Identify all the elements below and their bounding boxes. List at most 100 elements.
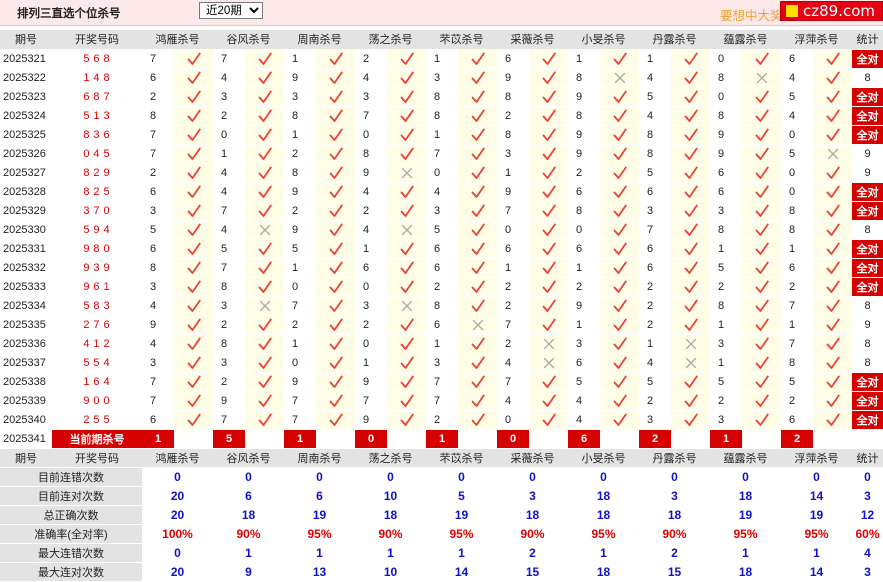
hit-mark-cell — [671, 49, 710, 69]
kill-number-cell: 7 — [142, 49, 174, 69]
hit-mark-cell — [174, 201, 213, 221]
check-icon — [187, 166, 201, 179]
hit-mark-cell — [813, 125, 852, 145]
kill-number-cell: 7 — [284, 410, 316, 430]
kill-number-cell: 2 — [568, 163, 600, 183]
kill-number-cell: 7 — [142, 391, 174, 411]
hit-mark-cell — [387, 334, 426, 354]
kill-number-cell: 7 — [355, 391, 387, 411]
hit-mark-cell — [387, 258, 426, 278]
stat-cell: 全对 — [852, 277, 883, 297]
summary-value-cell: 19 — [710, 505, 781, 525]
draw-number-cell: 045 — [52, 144, 142, 164]
kill-number-cell: 2 — [639, 296, 671, 316]
kill-number-cell: 8 — [781, 220, 813, 240]
hit-mark-cell — [529, 239, 568, 259]
check-icon — [684, 394, 698, 407]
kill-number-cell: 3 — [639, 201, 671, 221]
period-cell: 2025329 — [0, 201, 52, 221]
check-icon — [684, 147, 698, 160]
hit-mark-cell — [458, 391, 497, 411]
hit-mark-cell — [316, 87, 355, 107]
hit-mark-cell — [245, 220, 284, 240]
summary-value-cell: 2 — [639, 543, 710, 563]
check-icon — [755, 166, 769, 179]
kill-number-cell: 1 — [710, 353, 742, 373]
kill-number-cell: 6 — [781, 49, 813, 69]
hit-mark-cell — [458, 334, 497, 354]
check-icon — [400, 318, 414, 331]
check-icon — [471, 299, 485, 312]
hit-mark-cell — [600, 410, 639, 430]
hit-mark-cell — [600, 296, 639, 316]
kill-number-cell: 2 — [710, 391, 742, 411]
hit-mark-cell — [671, 87, 710, 107]
check-icon — [400, 413, 414, 426]
kill-number-cell: 9 — [568, 296, 600, 316]
check-icon — [613, 128, 627, 141]
table-row: 2025329 370 3 7 2 2 3 7 8 3 3 8 全对 — [0, 201, 883, 221]
hit-mark-cell — [174, 296, 213, 316]
summary-value-cell: 0 — [213, 467, 284, 487]
check-icon — [613, 337, 627, 350]
kill-number-cell: 9 — [497, 182, 529, 202]
summary-value-cell: 95% — [710, 524, 781, 544]
period-cell: 2025322 — [0, 68, 52, 88]
check-icon — [400, 356, 414, 369]
check-icon — [826, 280, 840, 293]
cross-icon — [543, 338, 554, 349]
kill-number-cell: 8 — [781, 353, 813, 373]
hit-mark-cell — [600, 277, 639, 297]
kill-number-cell: 6 — [568, 182, 600, 202]
top-bar: 排列三直选个位杀号 近20期 要想中大奖 cz89.com — [0, 0, 883, 26]
draw-number-cell: 583 — [52, 296, 142, 316]
table-row: 2025324 513 8 2 8 7 8 2 8 4 8 4 全对 — [0, 106, 883, 126]
hit-mark-cell — [742, 106, 781, 126]
hit-mark-cell — [600, 391, 639, 411]
hit-mark-cell — [316, 125, 355, 145]
period-cell: 2025338 — [0, 372, 52, 392]
kill-number-cell: 4 — [568, 410, 600, 430]
col-header-expert: 鸿雁杀号 — [142, 448, 213, 468]
check-icon — [613, 280, 627, 293]
hit-mark-cell — [671, 258, 710, 278]
hit-mark-cell — [174, 87, 213, 107]
kill-number-cell: 0 — [355, 125, 387, 145]
check-icon — [187, 223, 201, 236]
hit-mark-cell — [529, 106, 568, 126]
period-select[interactable]: 近20期 — [199, 2, 263, 19]
kill-number-cell: 1 — [497, 258, 529, 278]
summary-label-cell: 最大连错次数 — [0, 543, 142, 563]
check-icon — [329, 166, 343, 179]
check-icon — [258, 261, 272, 274]
check-icon — [187, 375, 201, 388]
hit-mark-cell — [742, 334, 781, 354]
kill-number-cell: 0 — [781, 182, 813, 202]
hit-mark-cell — [600, 334, 639, 354]
check-icon — [187, 71, 201, 84]
hit-mark-cell — [671, 277, 710, 297]
draw-number-cell: 554 — [52, 353, 142, 373]
draw-number-cell: 825 — [52, 182, 142, 202]
hit-mark-cell — [458, 87, 497, 107]
kill-number-cell: 1 — [568, 49, 600, 69]
kill-number-cell: 1 — [568, 258, 600, 278]
kill-number-cell: 7 — [497, 201, 529, 221]
site-logo[interactable]: cz89.com — [780, 1, 883, 21]
kill-number-cell: 8 — [568, 201, 600, 221]
check-icon — [755, 128, 769, 141]
hit-mark-cell — [245, 201, 284, 221]
kill-number-cell: 3 — [710, 334, 742, 354]
draw-number-cell: 276 — [52, 315, 142, 335]
kill-number-cell: 8 — [568, 68, 600, 88]
check-icon — [258, 318, 272, 331]
kill-number-cell: 8 — [142, 106, 174, 126]
current-blank-cell — [387, 429, 426, 449]
col-header-expert: 谷风杀号 — [213, 30, 284, 50]
page-title: 排列三直选个位杀号 — [17, 8, 121, 20]
summary-value-cell: 1 — [355, 543, 426, 563]
kill-number-cell: 4 — [355, 220, 387, 240]
check-icon — [400, 337, 414, 350]
table-row: 2025328 825 6 4 9 4 4 9 6 6 6 0 全对 — [0, 182, 883, 202]
hit-mark-cell — [671, 239, 710, 259]
